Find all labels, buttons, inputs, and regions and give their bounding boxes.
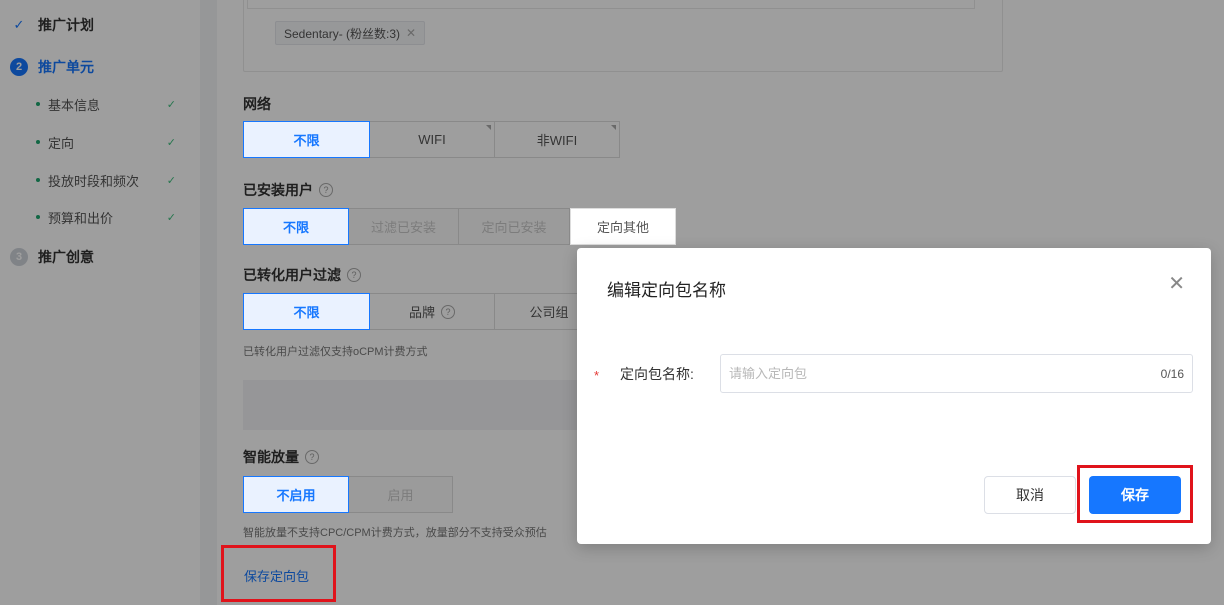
- highlight-save-package-link: [221, 545, 336, 602]
- package-name-input[interactable]: [721, 355, 1161, 392]
- dialog-title: 编辑定向包名称: [607, 281, 726, 300]
- network-option-any[interactable]: 不限: [243, 121, 370, 158]
- installed-option-target-other[interactable]: 定向其他: [570, 208, 676, 245]
- package-name-field: 0/16: [720, 354, 1193, 393]
- converted-option-any[interactable]: 不限: [243, 293, 370, 330]
- smart-expand-option-off[interactable]: 不启用: [243, 476, 349, 513]
- highlight-save-button: [1077, 465, 1193, 523]
- close-icon[interactable]: ✕: [1168, 274, 1185, 294]
- installed-option-any[interactable]: 不限: [243, 208, 349, 245]
- package-name-label: 定向包名称:: [620, 366, 694, 382]
- cancel-button[interactable]: 取消: [984, 476, 1076, 514]
- required-asterisk: *: [594, 368, 600, 383]
- char-counter: 0/16: [1160, 366, 1184, 381]
